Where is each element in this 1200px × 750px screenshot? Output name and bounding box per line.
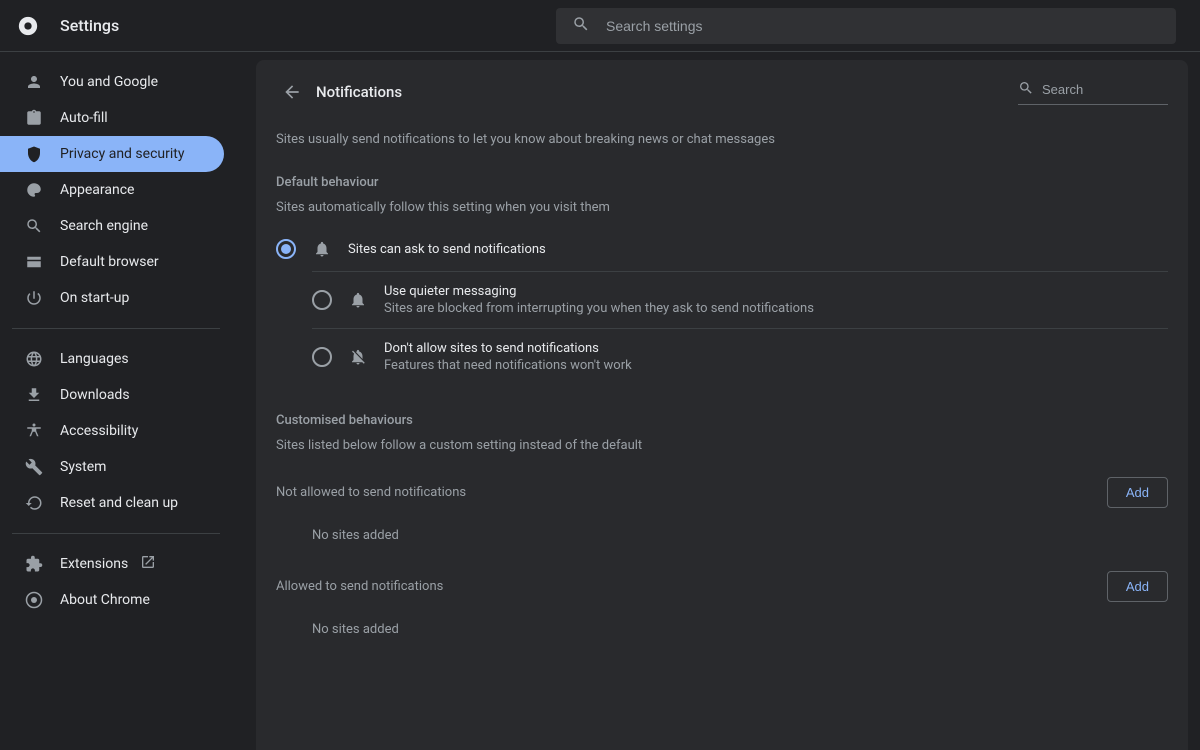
sidebar-item-label: Extensions <box>60 556 128 572</box>
restore-icon <box>24 493 44 513</box>
add-site-button[interactable]: Add <box>1107 477 1168 508</box>
sidebar-separator <box>12 328 220 329</box>
radio-option-0[interactable]: Sites can ask to send notifications <box>276 227 1168 271</box>
sidebar-separator <box>12 533 220 534</box>
sidebar-item-label: On start-up <box>60 290 129 306</box>
sidebar-item-about-chrome[interactable]: About Chrome <box>0 582 224 618</box>
site-list-header-1: Allowed to send notifications Add <box>276 571 1168 602</box>
back-button[interactable] <box>276 76 308 108</box>
radio-sublabel: Features that need notifications won't w… <box>384 358 632 373</box>
sidebar-item-appearance[interactable]: Appearance <box>0 172 224 208</box>
sidebar-item-label: Appearance <box>60 182 134 198</box>
radio-text: Use quieter messaging Sites are blocked … <box>384 284 814 316</box>
sidebar-item-privacy-and-security[interactable]: Privacy and security <box>0 136 224 172</box>
site-list-empty: No sites added <box>276 610 1168 665</box>
sidebar-item-languages[interactable]: Languages <box>0 341 224 377</box>
sidebar-item-extensions[interactable]: Extensions <box>0 546 224 582</box>
page-description: Sites usually send notifications to let … <box>276 132 1168 147</box>
sidebar-item-reset-and-clean-up[interactable]: Reset and clean up <box>0 485 224 521</box>
power-icon <box>24 288 44 308</box>
header-search[interactable] <box>556 8 1176 44</box>
radio-option-2[interactable]: Don't allow sites to send notifications … <box>312 328 1168 385</box>
sidebar: You and Google Auto-fill Privacy and secur… <box>0 52 256 750</box>
customised-behaviours-subtitle: Sites listed below follow a custom setti… <box>276 438 1168 453</box>
sidebar-item-label: Languages <box>60 351 129 367</box>
bell-icon <box>348 291 368 309</box>
radio-label: Don't allow sites to send notifications <box>384 341 632 356</box>
default-behaviour-title: Default behaviour <box>276 175 1168 190</box>
sidebar-item-label: Privacy and security <box>60 146 184 162</box>
default-behaviour-subtitle: Sites automatically follow this setting … <box>276 200 1168 215</box>
sidebar-item-label: About Chrome <box>60 592 150 608</box>
shield-icon <box>24 144 44 164</box>
chrome-logo-icon <box>16 14 40 38</box>
sidebar-item-downloads[interactable]: Downloads <box>0 377 224 413</box>
site-list-empty: No sites added <box>276 516 1168 571</box>
sidebar-item-label: System <box>60 459 106 475</box>
radio-option-1[interactable]: Use quieter messaging Sites are blocked … <box>312 271 1168 328</box>
main-panel: Notifications Sites usually send notific… <box>256 60 1188 750</box>
sidebar-item-label: Search engine <box>60 218 148 234</box>
page-search-input[interactable] <box>1042 82 1168 97</box>
globe-icon <box>24 349 44 369</box>
header-search-input[interactable] <box>606 18 1160 34</box>
sidebar-item-auto-fill[interactable]: Auto-fill <box>0 100 224 136</box>
radio-text: Don't allow sites to send notifications … <box>384 341 632 373</box>
sidebar-item-default-browser[interactable]: Default browser <box>0 244 224 280</box>
sidebar-item-label: Reset and clean up <box>60 495 178 511</box>
radio-button[interactable] <box>312 290 332 310</box>
default-behaviour-options: Sites can ask to send notifications Use … <box>276 227 1168 385</box>
radio-button[interactable] <box>276 239 296 259</box>
sidebar-item-label: You and Google <box>60 74 158 90</box>
site-list-header-0: Not allowed to send notifications Add <box>276 477 1168 508</box>
sidebar-item-label: Accessibility <box>60 423 138 439</box>
sidebar-item-label: Default browser <box>60 254 159 270</box>
sidebar-item-system[interactable]: System <box>0 449 224 485</box>
accessibility-icon <box>24 421 44 441</box>
radio-label: Sites can ask to send notifications <box>348 242 546 257</box>
sidebar-item-label: Downloads <box>60 387 130 403</box>
sidebar-item-accessibility[interactable]: Accessibility <box>0 413 224 449</box>
app-header: Settings <box>0 0 1200 52</box>
bell-off-icon <box>348 348 368 366</box>
site-list-label: Allowed to send notifications <box>276 579 443 594</box>
bell-icon <box>312 240 332 258</box>
person-icon <box>24 72 44 92</box>
app-title: Settings <box>60 16 119 35</box>
radio-button[interactable] <box>312 347 332 367</box>
chrome-icon <box>24 590 44 610</box>
search-icon <box>1018 80 1034 100</box>
site-list-label: Not allowed to send notifications <box>276 485 466 500</box>
page-search[interactable] <box>1018 80 1168 105</box>
external-link-icon <box>140 554 156 574</box>
search-icon <box>24 216 44 236</box>
search-icon <box>572 15 590 37</box>
main-header: Notifications <box>276 76 1168 108</box>
radio-text: Sites can ask to send notifications <box>348 242 546 257</box>
customised-behaviours-title: Customised behaviours <box>276 413 1168 428</box>
sidebar-item-you-and-google[interactable]: You and Google <box>0 64 224 100</box>
download-icon <box>24 385 44 405</box>
clipboard-icon <box>24 108 44 128</box>
sidebar-item-on-start-up[interactable]: On start-up <box>0 280 224 316</box>
radio-label: Use quieter messaging <box>384 284 814 299</box>
add-site-button[interactable]: Add <box>1107 571 1168 602</box>
sidebar-item-search-engine[interactable]: Search engine <box>0 208 224 244</box>
palette-icon <box>24 180 44 200</box>
sidebar-item-label: Auto-fill <box>60 110 108 126</box>
puzzle-icon <box>24 554 44 574</box>
wrench-icon <box>24 457 44 477</box>
radio-sublabel: Sites are blocked from interrupting you … <box>384 301 814 316</box>
page-title: Notifications <box>316 83 402 101</box>
browser-icon <box>24 252 44 272</box>
